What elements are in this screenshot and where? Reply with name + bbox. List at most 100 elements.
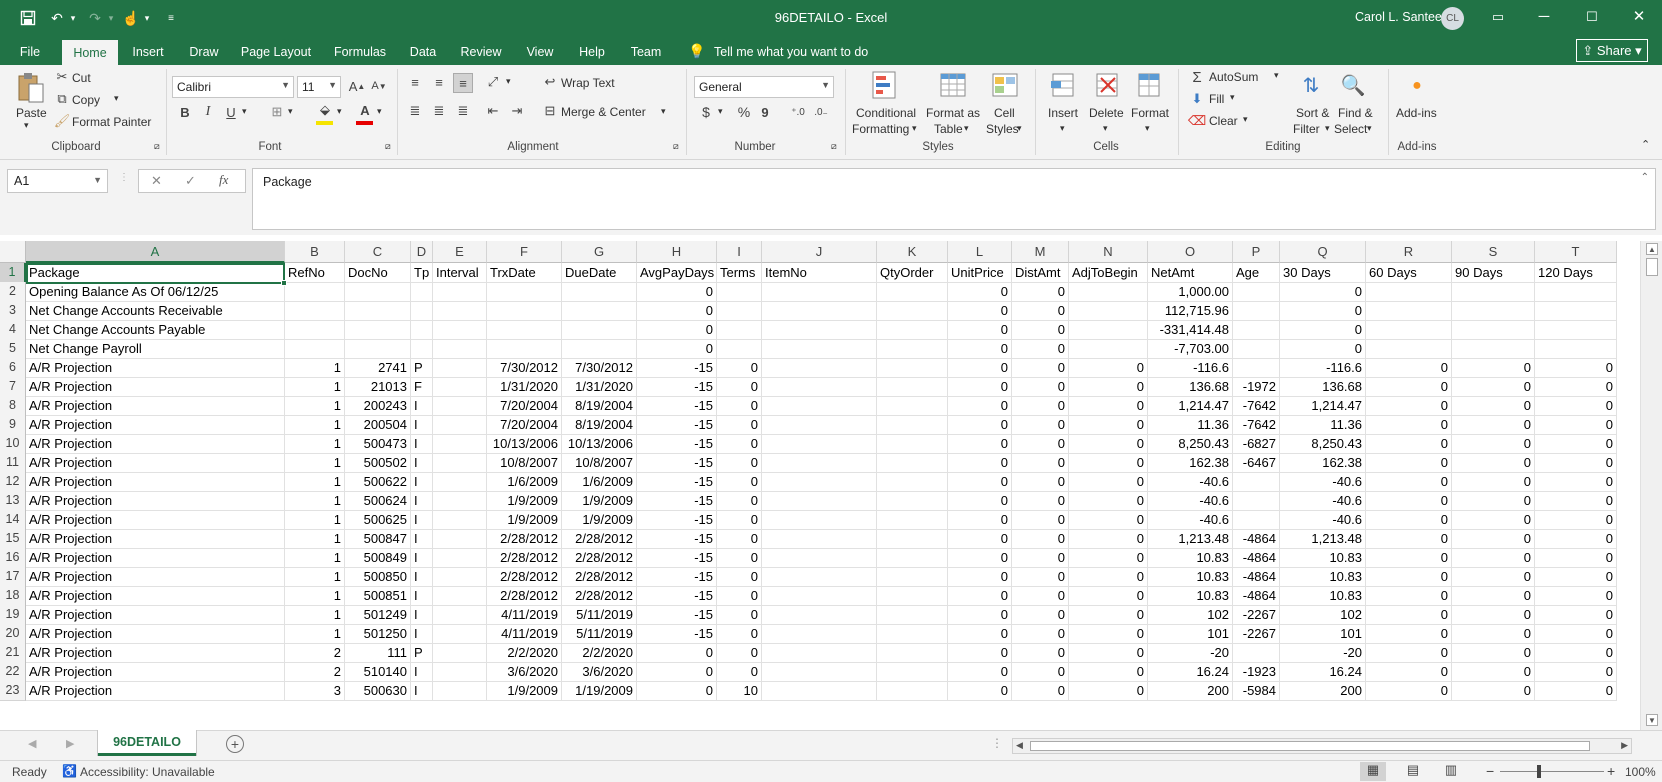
cell[interactable] xyxy=(433,586,487,606)
cell[interactable]: 0 xyxy=(1012,643,1069,663)
align-left-icon[interactable]: ≣ xyxy=(406,102,424,120)
cell[interactable]: 0 xyxy=(1535,472,1617,492)
insert-cells-label[interactable]: Insert xyxy=(1048,106,1078,120)
page-break-view-icon[interactable]: ▥ xyxy=(1438,762,1464,781)
cell[interactable]: -40.6 xyxy=(1280,472,1366,492)
fill-icon[interactable]: ⬇ xyxy=(1189,91,1205,107)
cell[interactable]: 0 xyxy=(1012,320,1069,340)
number-launcher-icon[interactable]: ⧄ xyxy=(831,141,837,152)
row-header[interactable]: 17 xyxy=(0,567,26,587)
row-header[interactable]: 15 xyxy=(0,529,26,549)
accessibility-status[interactable]: Accessibility: Unavailable xyxy=(80,765,215,779)
cell[interactable] xyxy=(762,339,877,359)
cell[interactable] xyxy=(762,377,877,397)
row-header[interactable]: 19 xyxy=(0,605,26,625)
merge-center-icon[interactable]: ⊟ xyxy=(542,103,558,119)
cell[interactable] xyxy=(487,282,562,302)
avatar[interactable]: CL xyxy=(1441,7,1464,30)
cell[interactable] xyxy=(877,662,948,682)
addins-icon[interactable]: ● xyxy=(1402,71,1432,101)
align-top-icon[interactable]: ≡ xyxy=(406,73,424,91)
align-middle-icon[interactable]: ≡ xyxy=(430,73,448,91)
cell[interactable]: I xyxy=(411,662,433,682)
cell[interactable]: -15 xyxy=(637,377,717,397)
cell[interactable]: 0 xyxy=(1366,643,1452,663)
cell[interactable]: 0 xyxy=(948,605,1012,625)
cell[interactable] xyxy=(877,396,948,416)
cell[interactable] xyxy=(487,301,562,321)
cell[interactable]: 1/9/2009 xyxy=(487,491,562,511)
cell[interactable]: 1 xyxy=(285,472,345,492)
column-header-r[interactable]: R xyxy=(1366,241,1452,263)
cell[interactable]: 0 xyxy=(717,662,762,682)
cell[interactable]: 0 xyxy=(1012,567,1069,587)
autosum-dropdown-icon[interactable]: ▾ xyxy=(1274,70,1279,81)
cell[interactable]: A/R Projection xyxy=(26,453,285,473)
cell[interactable]: 0 xyxy=(717,605,762,625)
cut-label[interactable]: Cut xyxy=(72,71,91,85)
row-header[interactable]: 20 xyxy=(0,624,26,644)
cell-styles-label-2[interactable]: Styles xyxy=(986,122,1019,136)
cell[interactable] xyxy=(877,605,948,625)
cell[interactable]: 1 xyxy=(285,358,345,378)
row-header[interactable]: 1 xyxy=(0,263,26,283)
cell[interactable]: 7/30/2012 xyxy=(487,358,562,378)
align-bottom-icon[interactable]: ≡ xyxy=(453,73,473,93)
cell[interactable]: 0 xyxy=(1366,472,1452,492)
cell[interactable]: -15 xyxy=(637,529,717,549)
copy-icon[interactable]: ⧉ xyxy=(55,91,69,106)
cell[interactable]: 10.83 xyxy=(1148,567,1233,587)
cell[interactable]: 10.83 xyxy=(1148,548,1233,568)
tab-view[interactable]: View xyxy=(524,42,556,65)
column-header-l[interactable]: L xyxy=(948,241,1012,263)
cell[interactable]: 136.68 xyxy=(1280,377,1366,397)
cell[interactable]: 0 xyxy=(1452,624,1535,644)
cell[interactable] xyxy=(877,301,948,321)
cell[interactable]: -20 xyxy=(1148,643,1233,663)
cell[interactable]: A/R Projection xyxy=(26,586,285,606)
cell[interactable] xyxy=(433,320,487,340)
cell[interactable]: Net Change Accounts Payable xyxy=(26,320,285,340)
cell[interactable]: 1,000.00 xyxy=(1148,282,1233,302)
column-header-a[interactable]: A xyxy=(26,241,285,263)
cell[interactable]: -2267 xyxy=(1233,624,1280,644)
cancel-icon[interactable]: ✕ xyxy=(151,173,162,189)
cell[interactable]: 0 xyxy=(637,301,717,321)
close-icon[interactable]: ✕ xyxy=(1627,6,1651,28)
cell[interactable]: 120 Days xyxy=(1535,263,1617,283)
cell[interactable]: -5984 xyxy=(1233,681,1280,701)
cell[interactable]: A/R Projection xyxy=(26,358,285,378)
cell[interactable] xyxy=(433,396,487,416)
cell[interactable]: 0 xyxy=(1535,605,1617,625)
scroll-up-icon[interactable]: ▲ xyxy=(1646,243,1658,255)
cell[interactable] xyxy=(877,320,948,340)
cell[interactable]: 3/6/2020 xyxy=(487,662,562,682)
cell[interactable] xyxy=(433,453,487,473)
cell[interactable]: A/R Projection xyxy=(26,472,285,492)
cell[interactable]: -4864 xyxy=(1233,586,1280,606)
cell[interactable]: 0 xyxy=(1366,396,1452,416)
format-as-table-label-1[interactable]: Format as xyxy=(926,106,980,120)
cell[interactable]: 10.83 xyxy=(1280,548,1366,568)
cell[interactable]: 0 xyxy=(1535,453,1617,473)
cell[interactable]: 10/13/2006 xyxy=(562,434,637,454)
zoom-slider-thumb[interactable] xyxy=(1537,765,1541,778)
page-layout-view-icon[interactable]: ▤ xyxy=(1400,762,1426,781)
vertical-scroll-thumb[interactable] xyxy=(1646,258,1658,276)
cell[interactable]: I xyxy=(411,415,433,435)
cell[interactable]: 0 xyxy=(1452,662,1535,682)
column-header-t[interactable]: T xyxy=(1535,241,1617,263)
cell[interactable]: 0 xyxy=(1069,529,1148,549)
cell[interactable] xyxy=(762,472,877,492)
cell[interactable]: 0 xyxy=(1012,624,1069,644)
cell[interactable]: 0 xyxy=(1012,662,1069,682)
row-header[interactable]: 5 xyxy=(0,339,26,359)
row-header[interactable]: 14 xyxy=(0,510,26,530)
cell[interactable]: I xyxy=(411,605,433,625)
increase-indent-icon[interactable]: ⇥ xyxy=(508,102,526,120)
cell[interactable]: 0 xyxy=(717,643,762,663)
cell[interactable]: 0 xyxy=(717,624,762,644)
column-header-p[interactable]: P xyxy=(1233,241,1280,263)
cell[interactable]: 0 xyxy=(1366,662,1452,682)
cell-styles-label-1[interactable]: Cell xyxy=(994,106,1015,120)
